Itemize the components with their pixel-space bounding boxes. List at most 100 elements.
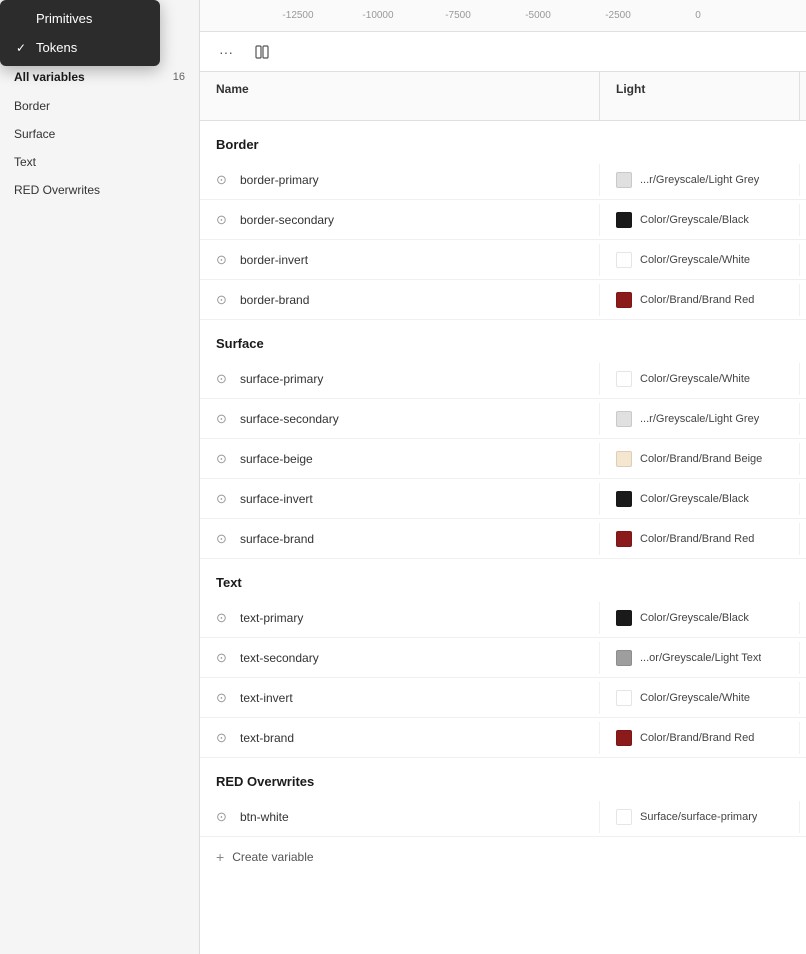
var-icon: ⊙ (216, 610, 232, 626)
var-icon: ⊙ (216, 172, 232, 188)
red-cell[interactable]: Color/Brand/Brand Red (800, 483, 806, 515)
light-cell[interactable]: Color/Greyscale/Black (600, 483, 800, 515)
var-icon: ⊙ (216, 491, 232, 507)
color-label: Color/Brand/Brand Beige (640, 453, 762, 465)
light-cell[interactable]: Color/Brand/Brand Red (600, 722, 800, 754)
color-swatch (616, 610, 632, 626)
color-swatch (616, 451, 632, 467)
var-name: text-primary (240, 611, 303, 625)
color-label: ...r/Greyscale/Light Grey (640, 174, 759, 186)
color-swatch (616, 491, 632, 507)
light-cell[interactable]: Color/Greyscale/White (600, 244, 800, 276)
section-border-header: Border (200, 121, 806, 160)
red-cell[interactable]: Color/Brand/Brand Red (800, 523, 806, 555)
create-variable-label: Create variable (232, 850, 313, 864)
color-swatch (616, 650, 632, 666)
check-icon-active: ✓ (14, 41, 28, 55)
var-name: surface-secondary (240, 412, 339, 426)
color-label: Color/Greyscale/Black (640, 214, 749, 226)
section-text-header: Text (200, 559, 806, 598)
light-cell[interactable]: Color/Brand/Brand Beige (600, 443, 800, 475)
sidebar-item-surface[interactable]: Surface (0, 120, 199, 148)
section-red-overwrites-header: RED Overwrites (200, 758, 806, 797)
color-swatch (616, 371, 632, 387)
var-icon: ⊙ (216, 650, 232, 666)
color-label: Color/Brand/Brand Red (640, 732, 754, 744)
name-cell: ⊙ surface-invert (200, 483, 600, 515)
red-cell[interactable]: Color/Brand/Brand Red (800, 801, 806, 833)
var-icon: ⊙ (216, 212, 232, 228)
color-label: Color/Greyscale/White (640, 692, 750, 704)
table-row: ⊙ border-invert Color/Greyscale/White Co… (200, 240, 806, 280)
color-label: Color/Brand/Brand Red (640, 533, 754, 545)
light-cell[interactable]: ...r/Greyscale/Light Grey (600, 403, 800, 435)
section-surface-header: Surface (200, 320, 806, 359)
red-cell[interactable]: Color/Greyscale/White (800, 363, 806, 395)
table-row: ⊙ surface-primary Color/Greyscale/White … (200, 359, 806, 399)
main-content: -12500 -10000 -7500 -5000 -2500 0 ··· Na… (200, 0, 806, 954)
ruler-num-1: -12500 (258, 10, 338, 21)
var-name: surface-invert (240, 492, 313, 506)
dropdown-menu[interactable]: Primitives ✓ Tokens (0, 0, 160, 66)
light-cell[interactable]: Color/Greyscale/White (600, 363, 800, 395)
red-cell[interactable]: Color/Greyscale/White (800, 244, 806, 276)
name-cell: ⊙ border-primary (200, 164, 600, 196)
light-cell[interactable]: Color/Greyscale/White (600, 682, 800, 714)
table-row: ⊙ text-secondary ...or/Greyscale/Light T… (200, 638, 806, 678)
light-cell[interactable]: ...or/Greyscale/Light Text (600, 642, 800, 674)
light-cell[interactable]: Color/Brand/Brand Red (600, 284, 800, 316)
dropdown-item-tokens[interactable]: ✓ Tokens (0, 33, 160, 62)
col-header-name: Name (200, 72, 600, 120)
var-icon: ⊙ (216, 690, 232, 706)
light-cell[interactable]: ...r/Greyscale/Light Grey (600, 164, 800, 196)
toolbar: ··· (200, 32, 806, 72)
red-cell[interactable]: Color/Brand/Brand Red (800, 443, 806, 475)
red-cell[interactable]: Color/Brand/Brand Red (800, 284, 806, 316)
variables-count: 16 (173, 71, 185, 83)
table-row: ⊙ surface-invert Color/Greyscale/Black C… (200, 479, 806, 519)
var-name: text-secondary (240, 651, 319, 665)
col-header-red-mode: Red Mode (800, 72, 806, 120)
red-cell[interactable]: Color/Greyscale/White (800, 682, 806, 714)
create-variable-button[interactable]: + Create variable (200, 837, 806, 877)
light-cell[interactable]: Color/Greyscale/Black (600, 204, 800, 236)
color-swatch (616, 809, 632, 825)
var-name: border-brand (240, 293, 309, 307)
color-swatch (616, 690, 632, 706)
sidebar-item-border[interactable]: Border (0, 92, 199, 120)
color-label: Color/Greyscale/White (640, 373, 750, 385)
var-icon: ⊙ (216, 451, 232, 467)
col-header-light: Light (600, 72, 800, 120)
red-cell[interactable]: Color/Brand/Brand Red (800, 204, 806, 236)
red-cell[interactable]: Color/Brand/Brand Red (800, 722, 806, 754)
var-name: surface-beige (240, 452, 313, 466)
sidebar-item-text[interactable]: Text (0, 148, 199, 176)
table-row: ⊙ border-primary ...r/Greyscale/Light Gr… (200, 160, 806, 200)
red-cell[interactable]: Color/Brand/Brand Red (800, 602, 806, 634)
var-name: btn-white (240, 810, 289, 824)
light-cell[interactable]: Color/Greyscale/Black (600, 602, 800, 634)
sidebar-item-red-overwrites[interactable]: RED Overwrites (0, 176, 199, 204)
red-cell[interactable]: Color/Brand/Brand Red (800, 642, 806, 674)
name-cell: ⊙ border-invert (200, 244, 600, 276)
var-name: surface-primary (240, 372, 323, 386)
name-cell: ⊙ border-brand (200, 284, 600, 316)
name-cell: ⊙ text-invert (200, 682, 600, 714)
dropdown-primitives-label: Primitives (36, 11, 92, 26)
red-cell[interactable]: Color/Brand/Brand Red (800, 164, 806, 196)
dropdown-item-primitives[interactable]: Primitives (0, 4, 160, 33)
layout-toggle-button[interactable] (248, 38, 276, 66)
plus-icon: + (216, 849, 224, 865)
light-cell[interactable]: Color/Brand/Brand Red (600, 523, 800, 555)
table-row: ⊙ border-brand Color/Brand/Brand Red Col… (200, 280, 806, 320)
name-cell: ⊙ text-primary (200, 602, 600, 634)
var-icon: ⊙ (216, 252, 232, 268)
table-header: Name Light Red Mode (200, 72, 806, 121)
light-cell[interactable]: Surface/surface-primary (600, 801, 800, 833)
table-row: ⊙ text-brand Color/Brand/Brand Red Color… (200, 718, 806, 758)
var-name: text-brand (240, 731, 294, 745)
var-name: surface-brand (240, 532, 314, 546)
more-options-button[interactable]: ··· (212, 38, 240, 66)
name-cell: ⊙ surface-beige (200, 443, 600, 475)
red-cell[interactable]: ...r/Greyscale/Light Grey (800, 403, 806, 435)
